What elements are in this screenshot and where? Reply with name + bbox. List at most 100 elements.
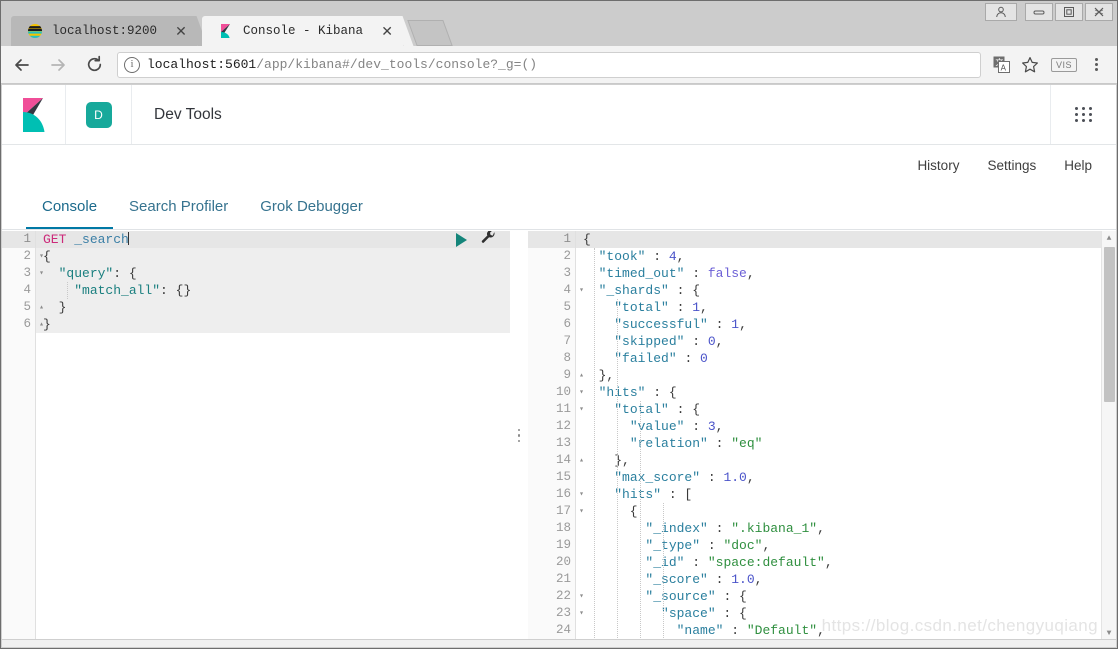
code-token: } <box>43 300 67 315</box>
minimize-button[interactable] <box>1025 3 1053 21</box>
code-token: : <box>684 334 708 349</box>
tab-label: Console <box>42 197 98 215</box>
browser-toolbar: i localhost:5601/app/kibana#/dev_tools/c… <box>1 46 1117 84</box>
code-token: , <box>824 555 833 570</box>
address-bar[interactable]: i localhost:5601/app/kibana#/dev_tools/c… <box>117 51 981 78</box>
tab-grok-debugger[interactable]: Grok Debugger <box>244 185 379 229</box>
forward-button[interactable] <box>43 50 73 80</box>
code-token: : <box>700 538 724 553</box>
line-number: 10 ▾ <box>528 384 584 401</box>
line-number: 24 <box>555 623 571 637</box>
code-token: 1 <box>731 317 740 332</box>
code-line: } <box>36 299 510 316</box>
code-line: "match_all": {} <box>36 282 510 299</box>
topnav-help[interactable]: Help <box>1064 158 1092 173</box>
code-token: "hits" <box>598 385 646 400</box>
code-token: : [ <box>661 487 693 502</box>
bookmark-star-icon[interactable] <box>1017 52 1043 78</box>
tab-search-profiler[interactable]: Search Profiler <box>113 185 244 229</box>
translate-icon[interactable]: 文 A <box>989 52 1015 78</box>
response-gutter: 1▾2 3 4▾5 6 7 8 9▴10▾11▾12 13 14▴15 16▾17▾18 19 20 2… <box>528 231 584 640</box>
code-token: , <box>746 470 755 485</box>
request-editor[interactable]: 1 2 ▾ 3 ▾ 4 5 ▴ 6 ▴ GET _search{ "query": { "matc… <box>2 231 510 640</box>
line-number: 6 <box>563 317 571 331</box>
code-line: "space" : { <box>576 605 1116 622</box>
line-number: 19 <box>555 538 571 552</box>
code-line: "timed_out" : false, <box>576 265 1116 282</box>
tab-label: Grok Debugger <box>260 197 363 215</box>
site-info-icon[interactable]: i <box>124 56 140 73</box>
browser-tab-localhost-9200[interactable]: localhost:9200 ✕ <box>11 16 198 46</box>
response-scrollbar[interactable]: ▲ ▼ <box>1101 231 1116 640</box>
tab-console[interactable]: Console <box>26 185 114 229</box>
code-line: "_type" : "doc", <box>576 537 1116 554</box>
response-editor[interactable]: 1▾234▾56789▴10▾11▾121314▴1516▾17▾1819202… <box>528 231 1116 640</box>
scrollbar-thumb[interactable] <box>1104 247 1115 402</box>
url-path: /app/kibana#/dev_tools/console?_g=() <box>256 57 538 72</box>
code-token: : { <box>113 266 137 281</box>
code-line: }, <box>576 452 1116 469</box>
code-token: "_shards" <box>598 283 669 298</box>
line-number: 2 ▾ <box>2 248 43 265</box>
line-number: 5 ▴ <box>2 299 43 316</box>
page-horizontal-scrollbar[interactable] <box>2 639 1116 647</box>
scroll-up-arrow[interactable]: ▲ <box>1102 231 1116 245</box>
code-token: : <box>707 317 732 332</box>
scroll-down-arrow[interactable]: ▼ <box>1102 626 1116 640</box>
request-code[interactable]: GET _search{ "query": { "match_all": {} … <box>36 231 510 640</box>
text-caret <box>127 232 129 245</box>
code-token: : { <box>715 589 747 604</box>
code-token: }, <box>583 453 630 468</box>
code-token: , <box>746 266 755 281</box>
extension-badge[interactable]: VIS <box>1050 57 1077 72</box>
line-number: 14 ▴ <box>528 452 584 469</box>
indent-guide <box>594 248 595 640</box>
code-token: "eq" <box>731 436 763 451</box>
topnav-settings[interactable]: Settings <box>987 158 1036 173</box>
code-line: { <box>576 503 1116 520</box>
code-token: "_type" <box>645 538 701 553</box>
code-token: _search <box>74 232 129 247</box>
code-token: , <box>700 300 708 315</box>
code-line: "_index" : ".kibana_1", <box>576 520 1116 537</box>
new-tab-button[interactable] <box>407 20 453 46</box>
code-token: { <box>583 232 591 247</box>
pane-splitter[interactable] <box>510 231 528 640</box>
line-number: 5 <box>563 300 571 314</box>
play-icon[interactable] <box>456 233 467 247</box>
splitter-grip-icon <box>517 428 521 443</box>
account-icon[interactable] <box>985 3 1017 21</box>
code-token: 4 <box>668 249 677 264</box>
close-button[interactable] <box>1085 3 1113 21</box>
app-grid-button[interactable] <box>1050 85 1116 144</box>
kibana-logo[interactable] <box>2 85 66 144</box>
line-number: 9 ▴ <box>528 367 583 384</box>
code-line: "successful" : 1, <box>576 316 1116 333</box>
code-token: "failed" <box>614 351 677 366</box>
response-code[interactable]: { "took" : 4, "timed_out" : false, "_sha… <box>576 231 1116 640</box>
request-gutter: 1 2 ▾ 3 ▾ 4 5 ▴ 6 ▴ <box>2 231 44 640</box>
indent-guide <box>640 401 641 640</box>
line-number: 4 <box>23 283 31 297</box>
browser-tab-console-kibana[interactable]: Console - Kibana ✕ <box>202 16 404 46</box>
code-token: "total" <box>614 402 669 417</box>
tab-close-icon[interactable]: ✕ <box>379 23 395 39</box>
code-token: : <box>707 572 732 587</box>
code-token: , <box>676 249 685 264</box>
code-line: } <box>36 316 510 333</box>
topnav-history[interactable]: History <box>917 158 959 173</box>
wrench-icon[interactable] <box>481 231 496 250</box>
back-button[interactable] <box>7 50 37 80</box>
tab-close-icon[interactable]: ✕ <box>173 23 189 39</box>
maximize-button[interactable] <box>1055 3 1083 21</box>
response-pane[interactable]: 1▾234▾56789▴10▾11▾121314▴1516▾17▾1819202… <box>528 231 1116 640</box>
code-line: "_id" : "space:default", <box>576 554 1116 571</box>
browser-menu-icon[interactable] <box>1083 52 1109 78</box>
reload-button[interactable] <box>79 50 109 80</box>
request-editor-pane[interactable]: 1 2 ▾ 3 ▾ 4 5 ▴ 6 ▴ GET _search{ "query": { "matc… <box>2 231 510 640</box>
